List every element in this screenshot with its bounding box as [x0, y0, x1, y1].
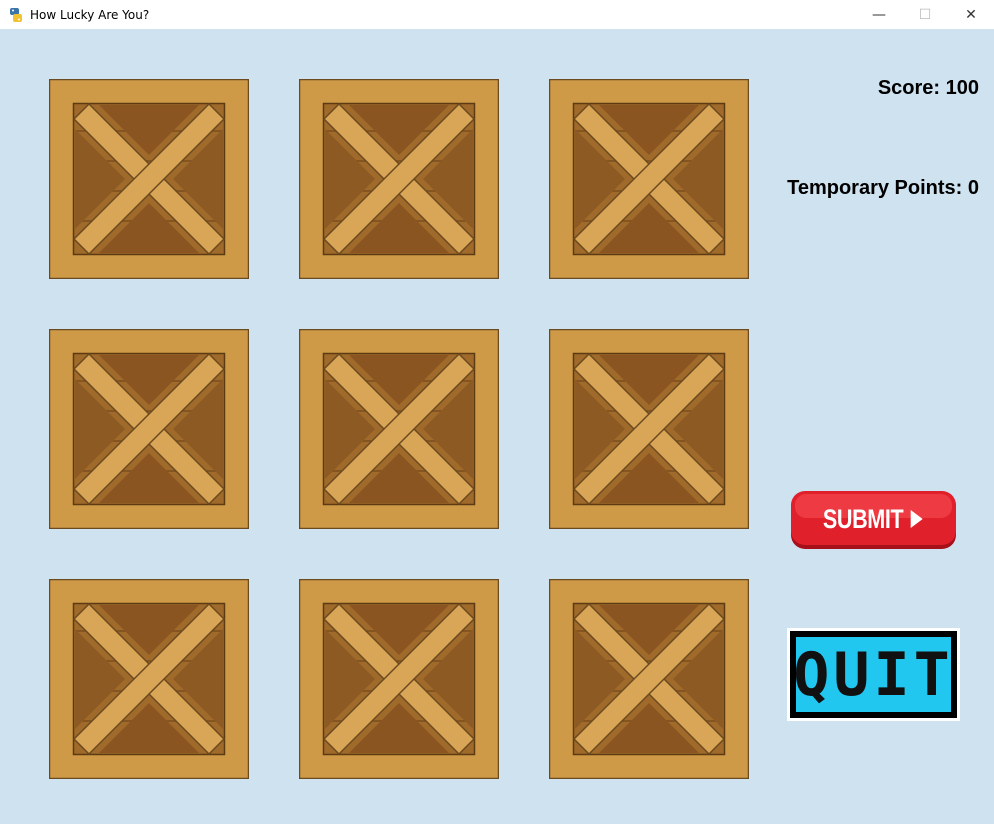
- crate-6[interactable]: [549, 329, 749, 529]
- quit-label: QUIT: [793, 639, 954, 710]
- quit-button[interactable]: QUIT: [787, 628, 960, 721]
- window-title: How Lucky Are You?: [30, 7, 150, 22]
- crate-icon: [49, 79, 249, 279]
- crate-icon: [299, 79, 499, 279]
- game-area: Score: 100 Temporary Points: 0 SUBMIT QU…: [0, 29, 994, 824]
- submit-label: SUBMIT: [822, 503, 904, 534]
- score-text: Score: 100: [877, 77, 979, 99]
- python-snake-icon: [10, 7, 22, 22]
- crate-icon: [549, 329, 749, 529]
- maximize-button[interactable]: ☐: [902, 0, 948, 29]
- minimize-button[interactable]: —: [856, 0, 902, 29]
- crate-icon: [549, 579, 749, 779]
- crate-3[interactable]: [549, 79, 749, 279]
- crate-2[interactable]: [299, 79, 499, 279]
- crate-5[interactable]: [299, 329, 499, 529]
- submit-button[interactable]: SUBMIT: [791, 491, 956, 550]
- crate-7[interactable]: [49, 579, 249, 779]
- crate-1[interactable]: [49, 79, 249, 279]
- title-bar: How Lucky Are You? — ☐ ✕: [0, 0, 994, 29]
- crate-icon: [49, 329, 249, 529]
- crate-icon: [299, 579, 499, 779]
- crate-icon: [549, 79, 749, 279]
- crate-8[interactable]: [299, 579, 499, 779]
- close-button[interactable]: ✕: [948, 0, 994, 29]
- temporary-points-text: Temporary Points: 0: [787, 177, 979, 199]
- play-triangle-icon: [910, 510, 923, 528]
- crate-icon: [49, 579, 249, 779]
- crate-4[interactable]: [49, 329, 249, 529]
- crate-9[interactable]: [549, 579, 749, 779]
- window-controls: — ☐ ✕: [856, 0, 994, 29]
- crate-icon: [299, 329, 499, 529]
